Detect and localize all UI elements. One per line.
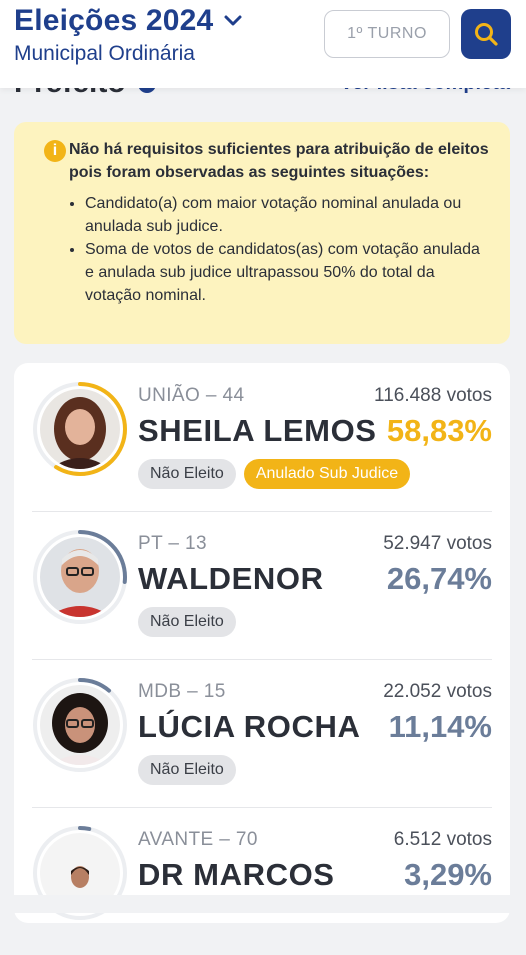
bottom-fade — [0, 895, 526, 913]
status-badge: Não Eleito — [138, 459, 236, 489]
search-button[interactable] — [461, 9, 511, 59]
status-badge: Não Eleito — [138, 755, 236, 785]
candidate-photo — [40, 685, 120, 765]
candidate-percentage: 11,14% — [388, 709, 492, 744]
candidate-percentage: 58,83% — [386, 413, 492, 448]
election-selector[interactable]: Eleições 2024 Municipal Ordinária — [14, 4, 243, 66]
alert-item: Soma de votos de candidatos(as) com vota… — [85, 238, 492, 307]
app-header: Eleições 2024 Municipal Ordinária 1º TUR… — [0, 0, 526, 88]
status-badges: Não Eleito Anulado Sub Judice — [138, 459, 411, 489]
election-title: Eleições 2024 — [14, 4, 214, 37]
candidate-votes: 6.512 votos — [393, 829, 492, 850]
alert-box: i Não há requisitos suficientes para atr… — [14, 122, 510, 344]
status-badges: Não Eleito — [138, 607, 236, 637]
candidate-name: DR MARCOS — [138, 857, 335, 892]
turno-selector[interactable]: 1º TURNO — [324, 10, 450, 58]
candidate-party: AVANTE – 70 — [138, 829, 258, 850]
candidate-votes: 52.947 votos — [383, 533, 492, 554]
candidate-party: UNIÃO – 44 — [138, 385, 245, 406]
candidate-votes: 116.488 votos — [374, 385, 492, 406]
candidate-name: LÚCIA ROCHA — [138, 709, 361, 744]
alert-item: Candidato(a) com maior votação nominal a… — [85, 192, 492, 238]
info-icon: i — [44, 140, 66, 162]
candidate-row[interactable]: UNIÃO – 44 SHEILA LEMOS 116.488 votos 58… — [32, 363, 492, 512]
candidate-party: PT – 13 — [138, 533, 207, 554]
alert-list: Candidato(a) com maior votação nominal a… — [69, 192, 492, 307]
election-subtitle: Municipal Ordinária — [14, 42, 195, 65]
candidate-name: SHEILA LEMOS — [138, 413, 377, 448]
candidates-card: UNIÃO – 44 SHEILA LEMOS 116.488 votos 58… — [14, 363, 510, 923]
candidate-row[interactable]: PT – 13 WALDENOR 52.947 votos 26,74% Não… — [32, 511, 492, 660]
chevron-down-icon[interactable] — [223, 14, 243, 28]
candidate-name: WALDENOR — [138, 561, 324, 596]
search-icon — [475, 23, 498, 46]
candidate-percentage: 26,74% — [386, 561, 492, 596]
candidate-row[interactable]: MDB – 15 LÚCIA ROCHA 22.052 votos 11,14%… — [32, 659, 492, 808]
status-badges: Não Eleito — [138, 755, 236, 785]
candidate-party: MDB – 15 — [138, 681, 226, 702]
candidate-photo — [40, 389, 120, 469]
candidate-row[interactable]: AVANTE – 70 DR MARCOS 6.512 votos 3,29% — [32, 807, 492, 955]
status-badge: Não Eleito — [138, 607, 236, 637]
candidate-votes: 22.052 votos — [383, 681, 492, 702]
candidate-photo — [40, 537, 120, 617]
alert-title: Não há requisitos suficientes para atrib… — [69, 141, 489, 181]
candidate-percentage: 3,29% — [404, 857, 492, 892]
sub-judice-badge: Anulado Sub Judice — [243, 459, 411, 489]
page-title[interactable]: Eleições 2024 — [14, 4, 243, 38]
